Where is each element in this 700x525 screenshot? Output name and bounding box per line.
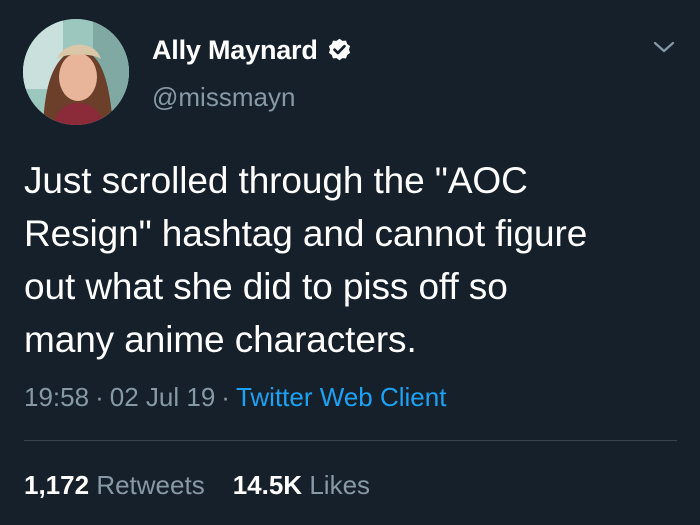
tweet-time[interactable]: 19:58 xyxy=(24,382,89,412)
retweets-stat[interactable]: 1,172 Retweets xyxy=(24,470,205,500)
retweets-label: Retweets xyxy=(96,470,205,500)
chevron-down-icon[interactable] xyxy=(651,36,677,58)
meta-separator: · xyxy=(95,382,104,412)
tweet-stats: 1,172 Retweets 14.5K Likes xyxy=(24,470,370,501)
author-handle[interactable]: @missmayn xyxy=(152,82,295,113)
likes-stat[interactable]: 14.5K Likes xyxy=(233,470,370,500)
author-name-row: Ally Maynard xyxy=(152,34,353,66)
tweet-date[interactable]: 02 Jul 19 xyxy=(110,382,216,412)
retweets-count: 1,172 xyxy=(24,470,90,500)
tweet-text: Just scrolled through the "AOC Resign" h… xyxy=(24,160,588,360)
divider xyxy=(24,440,677,441)
verified-badge-icon xyxy=(328,38,350,60)
avatar-image xyxy=(23,19,129,125)
likes-label: Likes xyxy=(309,470,371,500)
tweet-card: Ally Maynard @missmayn Just scrolled thr… xyxy=(0,0,700,525)
meta-separator: · xyxy=(221,382,230,412)
avatar[interactable] xyxy=(23,19,129,125)
author-display-name[interactable]: Ally Maynard xyxy=(152,35,318,66)
tweet-client-link[interactable]: Twitter Web Client xyxy=(236,382,446,412)
tweet-meta: 19:58 · 02 Jul 19 · Twitter Web Client xyxy=(24,382,446,413)
likes-count: 14.5K xyxy=(232,470,303,500)
